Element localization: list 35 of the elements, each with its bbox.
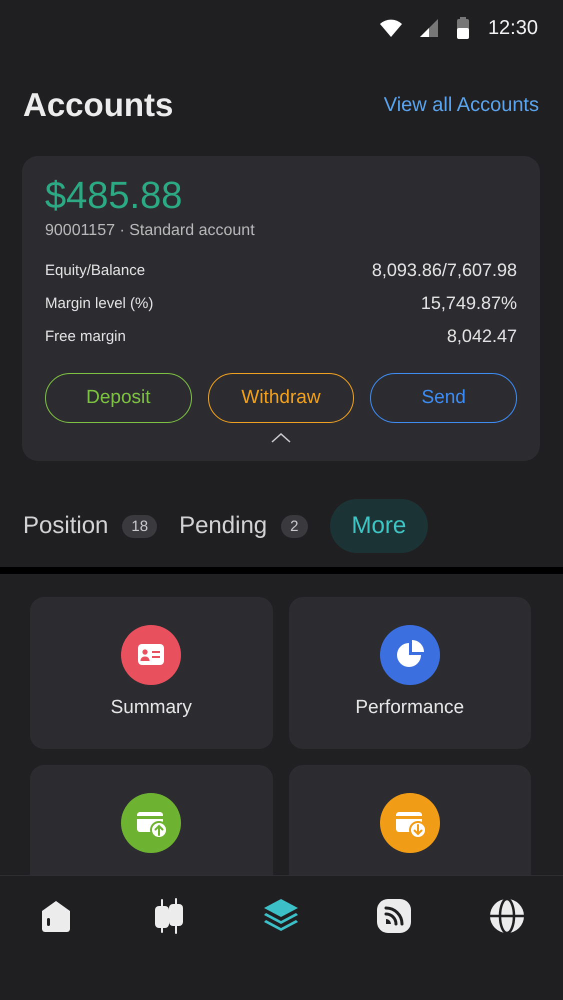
shortcut-tile[interactable] bbox=[30, 765, 272, 875]
view-all-accounts-link[interactable]: View all Accounts bbox=[384, 94, 539, 116]
account-action-button[interactable]: Send bbox=[370, 373, 518, 423]
stat-value: 8,093.86/7,607.98 bbox=[372, 260, 517, 281]
shortcut-tile[interactable] bbox=[288, 765, 531, 875]
cellular-signal-icon bbox=[420, 19, 438, 37]
tab[interactable]: More bbox=[330, 499, 428, 553]
tab-label: More bbox=[352, 512, 406, 540]
tab[interactable]: Pending 2 bbox=[179, 499, 308, 553]
stat-value: 8,042.47 bbox=[446, 326, 517, 347]
collapse-caret-icon[interactable] bbox=[271, 433, 291, 443]
stat-label: Equity/Balance bbox=[45, 262, 146, 279]
stat-label: Margin level (%) bbox=[45, 295, 154, 312]
account-action-button[interactable]: Deposit bbox=[45, 373, 192, 423]
shortcut-tile[interactable]: Performance bbox=[288, 597, 531, 749]
tab-label: Position bbox=[23, 512, 108, 540]
shortcut-label: Performance bbox=[355, 697, 464, 719]
account-action-button[interactable]: Withdraw bbox=[208, 373, 354, 423]
layers-icon bbox=[262, 898, 300, 934]
tab-label: Pending bbox=[179, 512, 268, 540]
count-badge: 18 bbox=[122, 514, 158, 538]
globe-icon bbox=[488, 898, 525, 934]
account-subtitle: 90001157 · Standard account bbox=[45, 222, 256, 240]
shortcut-tile[interactable]: Summary bbox=[30, 597, 272, 749]
tab[interactable]: Position 18 bbox=[23, 499, 158, 553]
rss-feed-icon bbox=[376, 898, 412, 934]
stat-value: 15,749.87% bbox=[420, 293, 517, 314]
count-badge: 2 bbox=[281, 514, 308, 538]
wifi-icon bbox=[380, 19, 402, 37]
account-balance: $485.88 bbox=[45, 174, 184, 218]
shortcut-label: Summary bbox=[110, 697, 192, 719]
status-time: 12:30 bbox=[488, 16, 538, 40]
stat-label: Free margin bbox=[45, 328, 126, 345]
battery-icon bbox=[456, 17, 470, 39]
page-title: Accounts bbox=[23, 86, 174, 124]
